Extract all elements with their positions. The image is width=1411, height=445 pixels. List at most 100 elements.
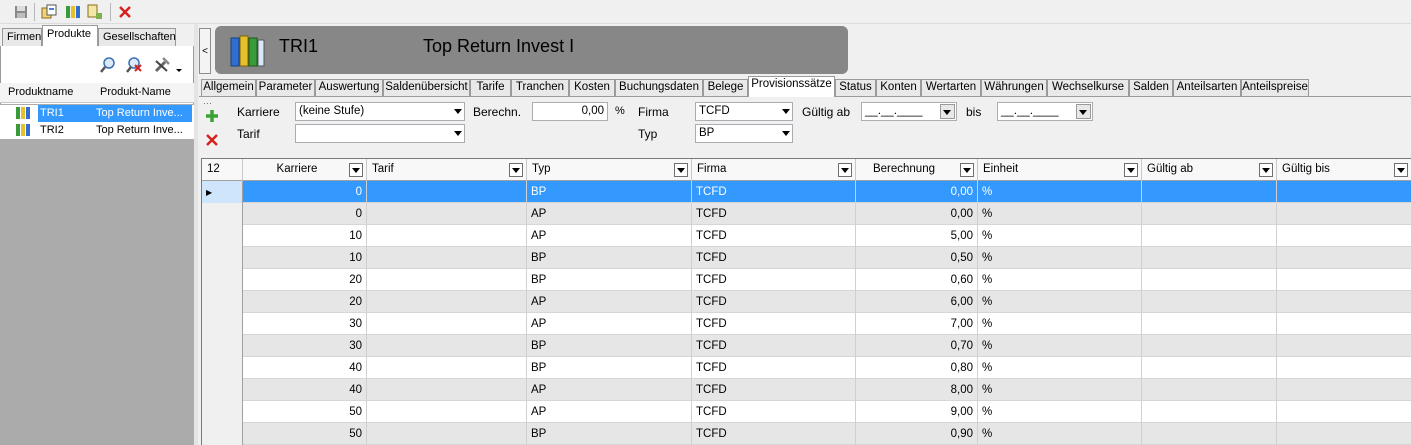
cell-karriere[interactable]: 0 [243,181,367,203]
cell-firma[interactable]: TCFD [692,225,856,247]
firma-select[interactable]: TCFD [695,102,793,121]
cell-karriere[interactable]: 10 [243,225,367,247]
cell-bis[interactable] [1277,335,1411,357]
tab-firmen[interactable]: Firmen [2,28,42,46]
bis-datepicker[interactable]: __.__.____ [997,102,1093,121]
cell-typ[interactable]: BP [527,335,692,357]
cell-firma[interactable]: TCFD [692,423,856,445]
collapse-button[interactable]: < [199,28,211,74]
filter-dropdown-icon[interactable] [1124,163,1138,177]
column-header-gueltig-bis[interactable]: Gültig bis [1277,159,1411,181]
karriere-select[interactable]: (keine Stufe) [295,102,465,121]
table-row[interactable]: 30 BP TCFD 0,70% [202,335,1411,357]
filter-dropdown-icon[interactable] [674,163,688,177]
row-indicator[interactable] [202,379,243,401]
export-icon[interactable] [86,3,104,21]
product-icon[interactable] [64,3,82,21]
cell-typ[interactable]: BP [527,181,692,203]
cell-karriere[interactable]: 30 [243,313,367,335]
cell-firma[interactable]: TCFD [692,379,856,401]
remove-icon[interactable] [204,132,220,148]
add-icon[interactable] [204,108,220,124]
tab-tarife[interactable]: Tarife [470,79,511,96]
column-header-typ[interactable]: Typ [527,159,692,181]
column-header-produkt-name[interactable]: Produkt-Name [100,86,171,98]
column-header-tarif[interactable]: Tarif [367,159,527,181]
cell-einheit[interactable]: % [978,203,1142,225]
tarif-select[interactable] [295,124,465,143]
cell-bis[interactable] [1277,181,1411,203]
cell-einheit[interactable]: % [978,423,1142,445]
cell-bis[interactable] [1277,247,1411,269]
cell-bis[interactable] [1277,313,1411,335]
cell-ab[interactable] [1142,203,1277,225]
table-row[interactable]: 20 AP TCFD 6,00% [202,291,1411,313]
search-icon[interactable] [99,56,117,74]
cell-berechnung[interactable]: 0,80 [856,357,978,379]
tab-wertarten[interactable]: Wertarten [921,79,981,96]
list-item[interactable]: TRI1 Top Return Inve... [0,105,194,122]
column-header-berechnung[interactable]: Berechnung [856,159,978,181]
clear-search-icon[interactable] [125,56,143,74]
row-indicator[interactable] [202,203,243,225]
table-row[interactable]: 10 AP TCFD 5,00% [202,225,1411,247]
tab-status[interactable]: Status [835,79,876,96]
table-row[interactable]: ▶ 0 BP TCFD 0,00% [202,181,1411,203]
row-indicator[interactable] [202,335,243,357]
cell-berechnung[interactable]: 8,00 [856,379,978,401]
column-header-produktname[interactable]: Produktname [8,86,73,98]
row-indicator[interactable] [202,269,243,291]
table-row[interactable]: 50 AP TCFD 9,00% [202,401,1411,423]
cell-tarif[interactable] [367,247,527,269]
cell-einheit[interactable]: % [978,291,1142,313]
cell-firma[interactable]: TCFD [692,335,856,357]
column-header-firma[interactable]: Firma [692,159,856,181]
cell-typ[interactable]: BP [527,247,692,269]
cell-bis[interactable] [1277,401,1411,423]
tab-konten[interactable]: Konten [876,79,921,96]
cell-karriere[interactable]: 50 [243,423,367,445]
cell-einheit[interactable]: % [978,379,1142,401]
cell-tarif[interactable] [367,313,527,335]
filter-dropdown-icon[interactable] [349,163,363,177]
cell-firma[interactable]: TCFD [692,401,856,423]
cell-ab[interactable] [1142,423,1277,445]
cell-ab[interactable] [1142,313,1277,335]
cell-karriere[interactable]: 20 [243,269,367,291]
cell-bis[interactable] [1277,291,1411,313]
calendar-dropdown-button[interactable] [940,104,955,119]
column-header-gueltig-ab[interactable]: Gültig ab [1142,159,1277,181]
cell-einheit[interactable]: % [978,269,1142,291]
cell-typ[interactable]: AP [527,225,692,247]
filter-dropdown-icon[interactable] [960,163,974,177]
tab-produkte[interactable]: Produkte [42,25,98,46]
row-indicator[interactable] [202,313,243,335]
tab-allgemein[interactable]: Allgemein [201,79,256,96]
filter-dropdown-icon[interactable] [1394,163,1408,177]
cell-berechnung[interactable]: 0,00 [856,203,978,225]
cell-einheit[interactable]: % [978,357,1142,379]
cell-firma[interactable]: TCFD [692,181,856,203]
column-header-karriere[interactable]: Karriere [243,159,367,181]
cell-einheit[interactable]: % [978,181,1142,203]
tab-tranchen[interactable]: Tranchen [511,79,569,96]
splitter[interactable] [194,24,198,445]
cell-tarif[interactable] [367,379,527,401]
tab-buchungsdaten[interactable]: Buchungsdaten [615,79,703,96]
row-indicator[interactable]: ▶ [202,181,243,203]
cell-ab[interactable] [1142,335,1277,357]
table-row[interactable]: 30 AP TCFD 7,00% [202,313,1411,335]
row-indicator[interactable] [202,401,243,423]
cell-firma[interactable]: TCFD [692,269,856,291]
cell-karriere[interactable]: 50 [243,401,367,423]
save-icon[interactable] [12,3,30,21]
tab-parameter[interactable]: Parameter [256,79,315,96]
cell-tarif[interactable] [367,269,527,291]
cell-berechnung[interactable]: 0,50 [856,247,978,269]
column-header-einheit[interactable]: Einheit [978,159,1142,181]
row-indicator[interactable] [202,423,243,445]
cell-bis[interactable] [1277,269,1411,291]
cell-tarif[interactable] [367,203,527,225]
cell-firma[interactable]: TCFD [692,291,856,313]
cell-firma[interactable]: TCFD [692,357,856,379]
